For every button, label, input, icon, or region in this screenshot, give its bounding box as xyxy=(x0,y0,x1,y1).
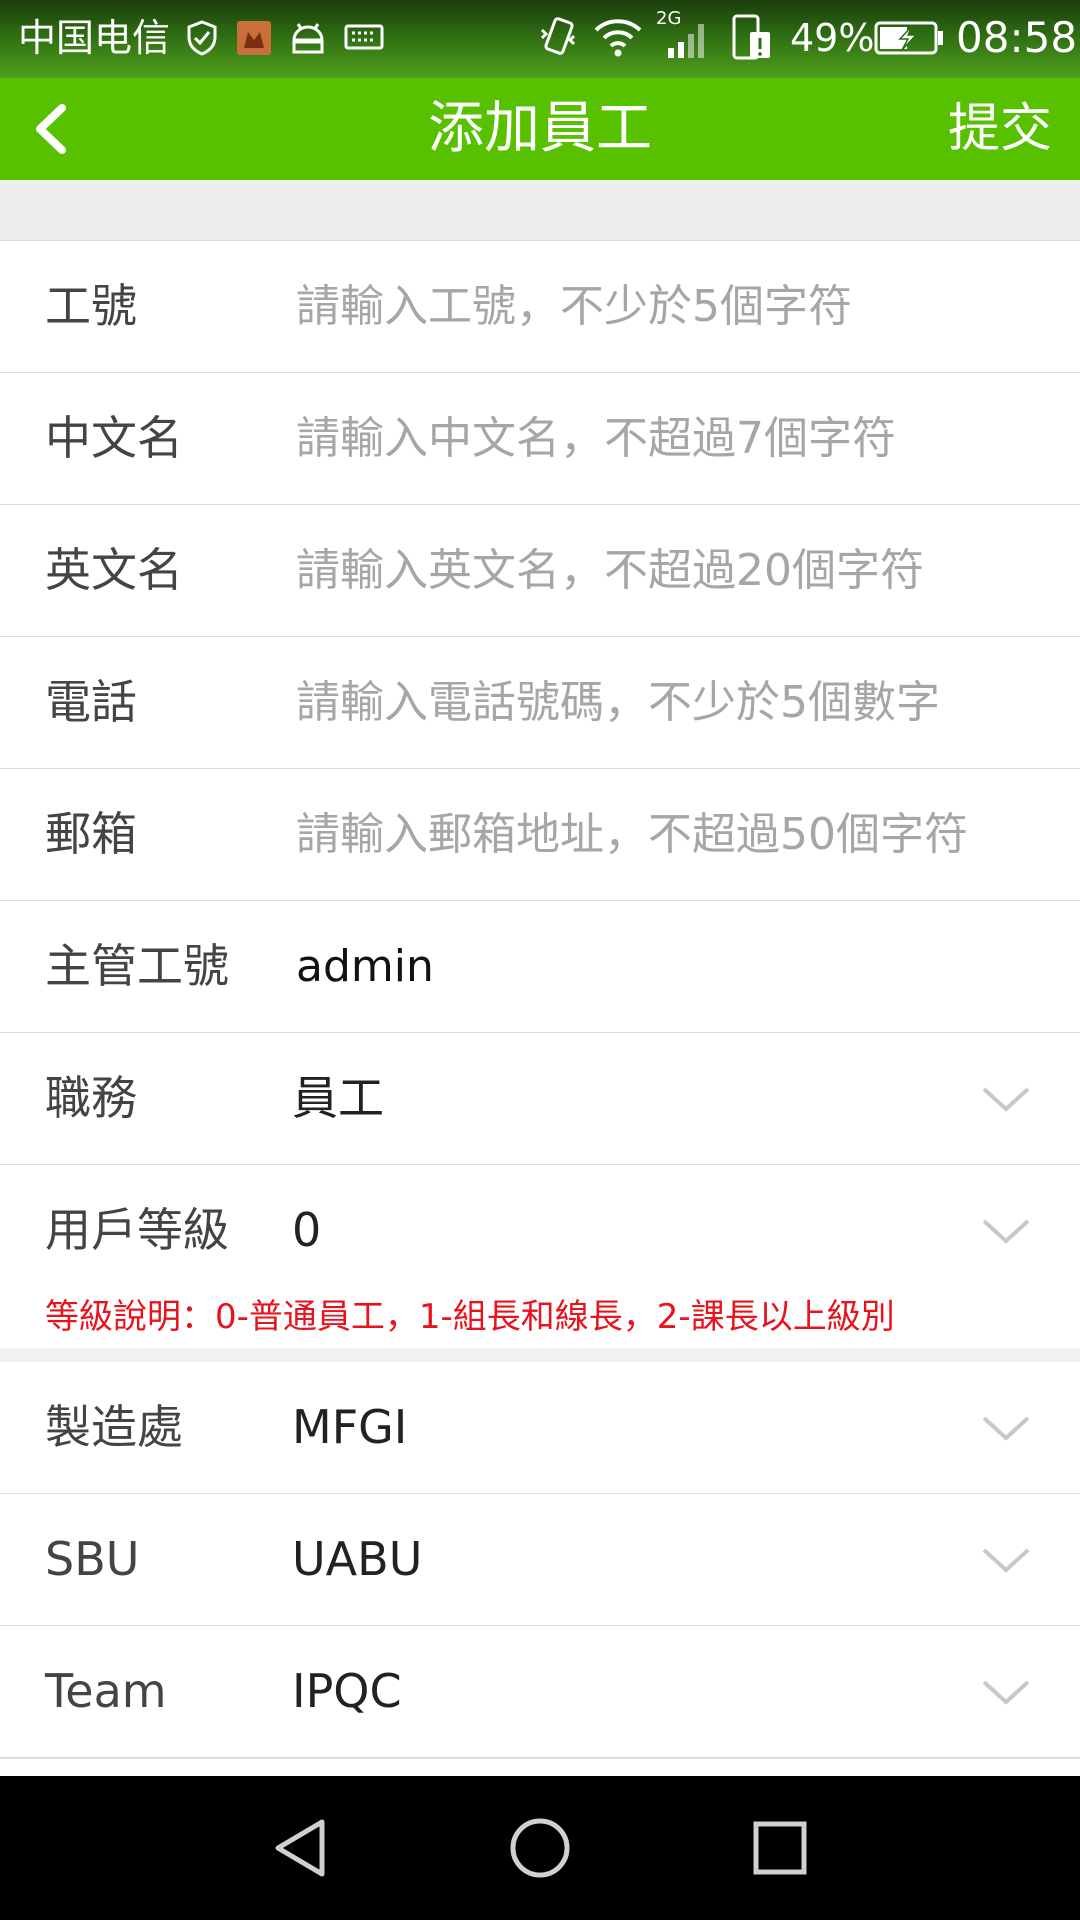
factory-row[interactable]: 製造處 MFGI xyxy=(0,1362,1080,1495)
home-circle-icon[interactable] xyxy=(504,1812,576,1884)
sbu-label: SBU xyxy=(45,1532,140,1586)
chevron-down-icon[interactable] xyxy=(980,1410,1032,1446)
status-bar: 中国电信 2G 49% 08:58 xyxy=(0,0,1080,78)
section-spacer xyxy=(0,1348,1080,1362)
chinese-name-row: 中文名 請輸入中文名，不超過7個字符 xyxy=(0,373,1080,506)
phone-row: 電話 請輸入電話號碼，不少於5個數字 xyxy=(0,637,1080,770)
sbu-row[interactable]: SBU UABU xyxy=(0,1494,1080,1627)
shield-check-icon xyxy=(187,20,217,56)
page-title: 添加員工 xyxy=(428,96,652,161)
english-name-row: 英文名 請輸入英文名，不超過20個字符 xyxy=(0,505,1080,638)
user-level-row[interactable]: 用戶等級 0 xyxy=(0,1165,1080,1286)
android-debug-icon xyxy=(292,23,324,54)
employee-id-row: 工號 請輸入工號，不少於5個字符 xyxy=(0,241,1080,374)
team-row[interactable]: Team IPQC xyxy=(0,1626,1080,1759)
sbu-select[interactable]: UABU xyxy=(292,1494,422,1625)
email-input[interactable]: 請輸入郵箱地址，不超過50個字符 xyxy=(296,769,1036,900)
chinese-name-label: 中文名 xyxy=(45,411,183,465)
phone-label: 電話 xyxy=(45,675,137,729)
email-row: 郵箱 請輸入郵箱地址，不超過50個字符 xyxy=(0,769,1080,902)
user-level-label: 用戶等級 xyxy=(45,1203,229,1257)
user-level-note: 等級說明：0-普通員工，1-組長和線長，2-課長以上級別 xyxy=(45,1297,895,1337)
sim-alert-icon xyxy=(732,14,770,60)
battery-charging-icon xyxy=(874,21,943,55)
chevron-down-icon[interactable] xyxy=(980,1081,1032,1117)
chinese-name-input[interactable]: 請輸入中文名，不超過7個字符 xyxy=(296,373,1036,504)
supervisor-id-input[interactable]: admin xyxy=(296,901,1036,1032)
app-notification-icon xyxy=(237,21,271,55)
user-level-select[interactable]: 0 xyxy=(292,1165,321,1296)
submit-button[interactable]: 提交 xyxy=(948,78,1052,180)
system-nav-bar xyxy=(0,1776,1080,1920)
employee-id-input[interactable]: 請輸入工號，不少於5個字符 xyxy=(296,241,1036,372)
email-label: 郵箱 xyxy=(45,807,137,861)
vibrate-icon xyxy=(540,17,576,55)
carrier-name: 中国电信 xyxy=(18,16,171,60)
battery-percent: 49% xyxy=(790,16,875,60)
supervisor-id-row: 主管工號 admin xyxy=(0,901,1080,1034)
factory-label: 製造處 xyxy=(45,1400,183,1454)
chevron-down-icon[interactable] xyxy=(980,1213,1032,1249)
phone-input[interactable]: 請輸入電話號碼，不少於5個數字 xyxy=(296,637,1036,768)
user-level-note-row: 等級說明：0-普通員工，1-組長和線長，2-課長以上級別 xyxy=(0,1286,1080,1348)
clock: 08:58 xyxy=(956,13,1078,62)
wifi-icon xyxy=(594,19,642,57)
chevron-down-icon[interactable] xyxy=(980,1542,1032,1578)
chevron-down-icon[interactable] xyxy=(980,1674,1032,1710)
recents-square-icon[interactable] xyxy=(744,1812,816,1884)
back-triangle-icon[interactable] xyxy=(264,1812,336,1884)
supervisor-id-label: 主管工號 xyxy=(45,939,229,993)
english-name-input[interactable]: 請輸入英文名，不超過20個字符 xyxy=(296,505,1036,636)
employee-id-label: 工號 xyxy=(45,279,137,333)
team-select[interactable]: IPQC xyxy=(292,1626,402,1757)
position-row[interactable]: 職務 員工 xyxy=(0,1033,1080,1166)
position-label: 職務 xyxy=(45,1071,137,1125)
signal-icon xyxy=(668,24,704,58)
factory-select[interactable]: MFGI xyxy=(292,1362,407,1493)
english-name-label: 英文名 xyxy=(45,543,183,597)
app-bar: 添加員工 提交 xyxy=(0,78,1080,180)
section-spacer xyxy=(0,180,1080,241)
position-select[interactable]: 員工 xyxy=(292,1033,384,1164)
team-label: Team xyxy=(45,1664,167,1718)
keyboard-icon xyxy=(344,24,384,50)
